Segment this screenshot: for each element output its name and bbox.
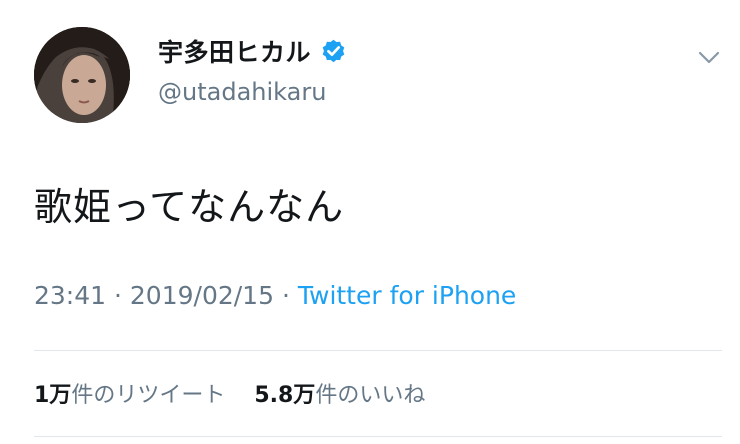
retweets-stat[interactable]: 1万件のリツイート xyxy=(34,383,225,408)
tweet-time: 23:41 xyxy=(34,281,107,310)
retweets-label: 件のリツイート xyxy=(71,383,226,408)
retweets-count: 1万 xyxy=(34,383,72,408)
divider xyxy=(34,436,722,437)
meta-separator: · xyxy=(281,281,290,310)
engagement-stats: 1万件のリツイート 5.8万件のいいね xyxy=(34,377,425,409)
avatar[interactable] xyxy=(34,27,130,123)
verified-badge-icon xyxy=(322,39,345,62)
likes-count: 5.8万 xyxy=(254,383,316,408)
divider xyxy=(34,350,722,351)
tweet-meta: 23:41 · 2019/02/15 · Twitter for iPhone xyxy=(34,281,516,310)
author-name-row: 宇多田ヒカル xyxy=(158,34,347,68)
user-handle[interactable]: @utadahikaru xyxy=(158,78,326,106)
tweet-date[interactable]: 2019/02/15 xyxy=(130,281,274,310)
likes-stat[interactable]: 5.8万件のいいね xyxy=(254,383,425,408)
likes-label: 件のいいね xyxy=(315,383,426,408)
profile-photo xyxy=(34,27,130,123)
display-name[interactable]: 宇多田ヒカル xyxy=(158,33,311,69)
tweet-source-link[interactable]: Twitter for iPhone xyxy=(298,281,516,310)
chevron-down-icon[interactable] xyxy=(694,44,724,70)
tweet-text: 歌姫ってなんなん xyxy=(34,185,345,229)
meta-separator: · xyxy=(114,281,122,310)
